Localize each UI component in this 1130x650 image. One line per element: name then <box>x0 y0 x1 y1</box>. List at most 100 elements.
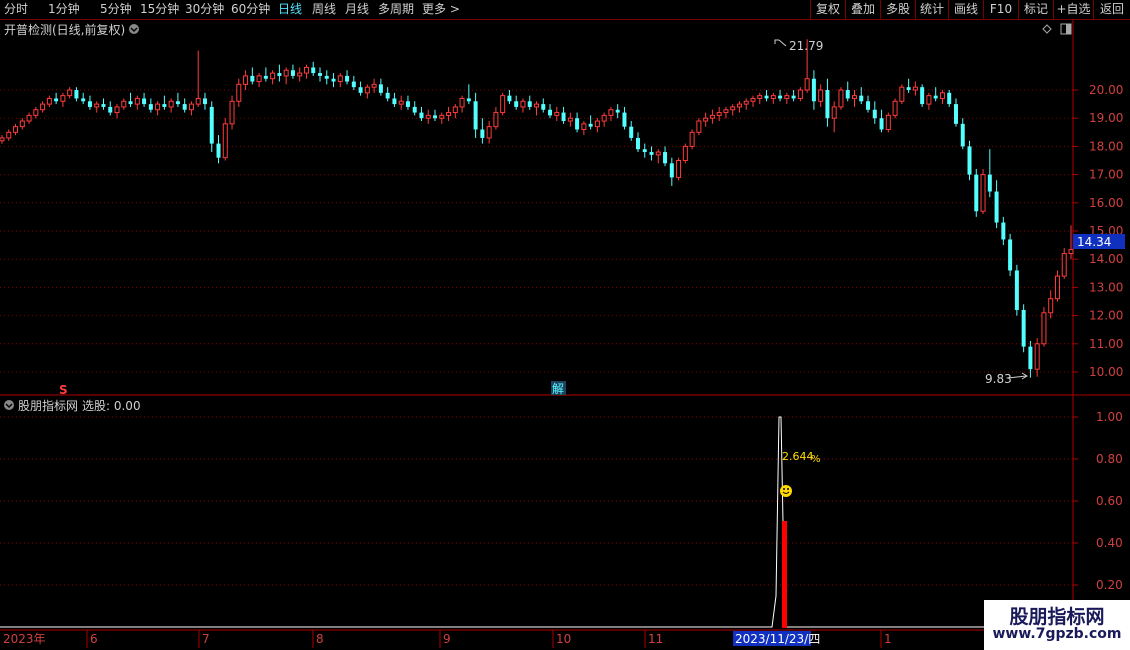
candle-body-down <box>906 87 911 90</box>
candle-body-up <box>121 100 127 108</box>
candle-body-up <box>608 109 614 116</box>
candle-body-up <box>939 92 945 99</box>
candle-body-up <box>188 103 194 111</box>
stock-chart[interactable]: 开普检测(日线,前复权) 20.0019.0018.0017.0016.0015… <box>0 0 1130 650</box>
sub-tick-label: 0.60 <box>1096 494 1123 508</box>
candle-body-down <box>764 95 769 99</box>
candle-body-down <box>74 90 79 99</box>
candle-body-down <box>960 123 965 147</box>
candle-body-down <box>615 109 620 113</box>
window-toggle-icon[interactable] <box>1060 23 1072 35</box>
candle-body-up <box>1041 312 1047 345</box>
month-label: 9 <box>443 632 451 646</box>
candle-body-up <box>689 131 695 147</box>
indicator-line <box>0 416 1073 628</box>
candle-body-up <box>446 112 452 116</box>
candle-body-down <box>825 90 830 119</box>
candle-body-up <box>303 66 309 74</box>
candle-body-down <box>561 112 566 122</box>
candle-body-up <box>371 83 377 88</box>
candle-body-up <box>134 97 140 105</box>
price-axis-labels: 20.0019.0018.0017.0016.0015.0014.0013.00… <box>1089 83 1123 379</box>
candle-body-up <box>892 100 898 116</box>
candle-body-down <box>209 106 214 144</box>
candle-body-up <box>676 160 682 178</box>
candle-body-down <box>527 101 532 107</box>
price-tick-label: 19.00 <box>1089 111 1123 125</box>
candle-body-down <box>947 92 952 105</box>
candle-body-up <box>236 83 242 102</box>
candle-body-down <box>642 149 647 153</box>
sub-chart-value: 选股: 0.00 <box>82 399 141 413</box>
candle-body-up <box>283 69 289 77</box>
signal-bar <box>782 521 787 628</box>
candle-body-down <box>1014 270 1019 310</box>
month-label: 1 <box>884 632 892 646</box>
candle-body-up <box>831 106 837 119</box>
candle-body-up <box>520 100 526 108</box>
candle-body-down <box>588 123 593 127</box>
unlock-marker[interactable]: 解 <box>552 382 564 396</box>
candle-body-down <box>108 106 113 113</box>
candle-body-down <box>811 78 816 102</box>
candle-body-down <box>128 101 133 105</box>
candle-body-up <box>486 126 492 139</box>
candle-body-up <box>155 103 161 111</box>
candle-body-up <box>243 75 249 85</box>
candle-body-down <box>480 129 485 138</box>
price-tick-label: 11.00 <box>1089 337 1123 351</box>
candle-body-down <box>263 75 268 79</box>
high-price-label: 21.79 <box>789 39 823 53</box>
candle-body-down <box>317 73 322 76</box>
candle-body-down <box>175 101 180 105</box>
main-grid <box>0 89 1078 373</box>
sub-chart-dropdown-icon[interactable] <box>4 400 14 410</box>
sub-axis-labels: 1.00 0.80 0.60 0.40 0.20 <box>1096 410 1123 592</box>
diamond-icon[interactable] <box>1042 24 1052 34</box>
sub-tick-label: 0.80 <box>1096 452 1123 466</box>
main-chart-dropdown-icon[interactable] <box>129 24 139 34</box>
candle-body-down <box>1021 309 1026 347</box>
candle-body-up <box>696 120 702 133</box>
month-label: 8 <box>316 632 324 646</box>
candle-body-up <box>980 174 986 212</box>
sub-chart-title: 股朋指标网 <box>18 398 78 413</box>
candle-body-up <box>60 95 66 102</box>
candle-body-down <box>859 95 864 102</box>
candle-body-down <box>541 104 546 110</box>
candle-body-down <box>879 118 884 130</box>
candle-body-down <box>142 98 147 105</box>
candle-body-down <box>1028 346 1033 370</box>
candle-body-up <box>40 103 46 111</box>
candle-body-up <box>730 106 736 111</box>
month-label: 11 <box>648 632 663 646</box>
candle-body-up <box>682 145 688 161</box>
candle-body-down <box>649 152 654 155</box>
signal-pct-label: 2.644 <box>782 450 814 463</box>
main-chart-title: 开普检测(日线,前复权) <box>4 22 125 37</box>
sub-tick-label: 0.40 <box>1096 536 1123 550</box>
candle-body-up <box>709 114 715 119</box>
candle-body-down <box>920 87 925 105</box>
candle-body-down <box>148 104 153 110</box>
candle-body-down <box>412 106 417 113</box>
price-tick-label: 12.00 <box>1089 309 1123 323</box>
candle-body-up <box>594 120 600 128</box>
candle-body-up <box>459 97 465 108</box>
watermark: 股朋指标网 www.7gpzb.com <box>984 600 1130 650</box>
candle-body-up <box>899 86 905 102</box>
candle-body-up <box>26 114 32 122</box>
candle-body-up <box>655 151 661 156</box>
candle-body-up <box>770 95 776 99</box>
candle-body-down <box>351 81 356 88</box>
candle-body-down <box>548 109 553 116</box>
month-label: 7 <box>202 632 210 646</box>
candle-body-up <box>297 72 303 77</box>
candle-body-up <box>703 117 709 122</box>
candle-body-down <box>507 95 512 102</box>
candle-body-up <box>912 86 918 91</box>
candle-body-up <box>784 95 790 99</box>
candle-body-up <box>716 112 722 116</box>
candle-body-up <box>581 123 587 130</box>
candle-body-down <box>663 152 668 164</box>
